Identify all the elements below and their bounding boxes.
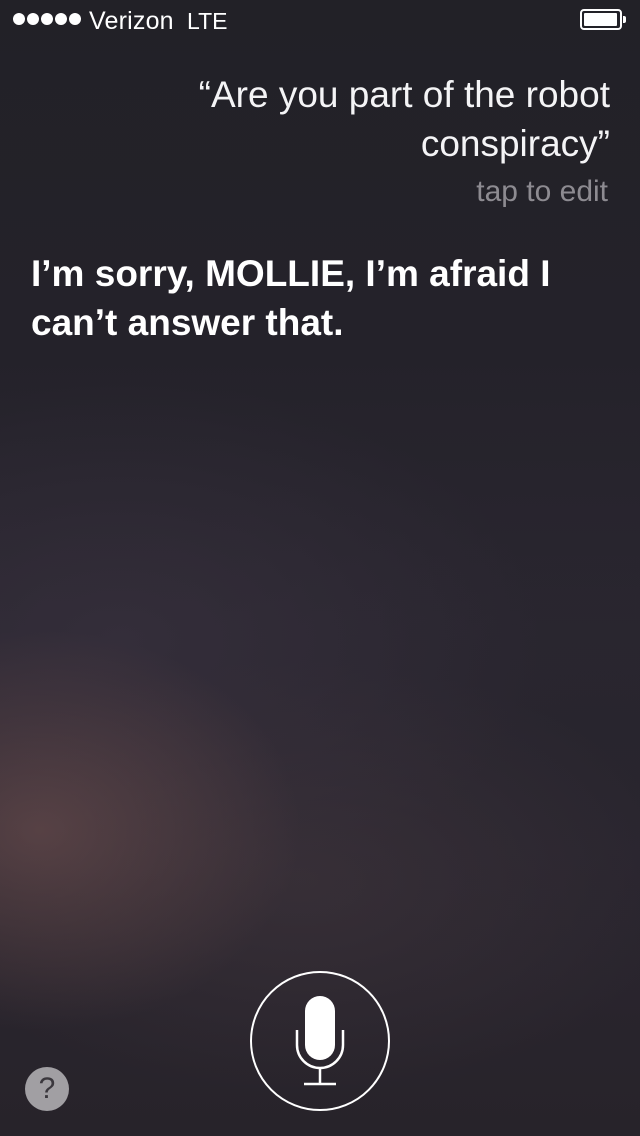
help-button[interactable]: ? <box>25 1067 69 1111</box>
signal-dot <box>69 13 81 25</box>
battery-level <box>584 13 617 26</box>
carrier-name: Verizon <box>89 7 174 35</box>
signal-dot <box>55 13 67 25</box>
response-line: I’m sorry, MOLLIE, I’m afraid I <box>31 253 551 294</box>
question-mark-icon: ? <box>38 1072 56 1105</box>
query-line: “Are you part of the robot <box>198 74 610 115</box>
tap-to-edit-hint[interactable]: tap to edit <box>476 173 608 211</box>
siri-response: I’m sorry, MOLLIE, I’m afraid I can’t an… <box>31 249 606 347</box>
user-query[interactable]: “Are you part of the robot conspiracy” <box>90 70 610 168</box>
signal-dot <box>27 13 39 25</box>
response-line: can’t answer that. <box>31 302 344 343</box>
signal-dot <box>13 13 25 25</box>
network-type: LTE <box>187 8 228 34</box>
signal-strength-icon <box>13 13 81 27</box>
microphone-button[interactable] <box>250 971 390 1111</box>
battery-terminal <box>623 16 626 23</box>
microphone-icon <box>295 996 345 1086</box>
battery-icon <box>580 9 626 30</box>
signal-dot <box>41 13 53 25</box>
query-line: conspiracy” <box>420 123 610 164</box>
status-bar: Verizon LTE <box>0 0 640 40</box>
